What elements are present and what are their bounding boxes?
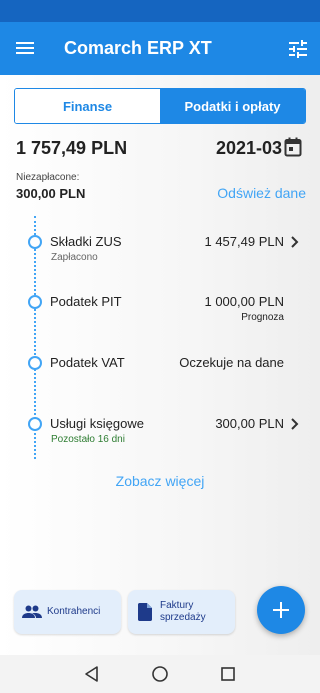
timeline-dot bbox=[28, 235, 42, 249]
item-name: Podatek PIT bbox=[50, 294, 122, 309]
item-name: Podatek VAT bbox=[50, 355, 125, 370]
item-amount: Oczekuje na dane bbox=[179, 355, 284, 370]
item-name: Składki ZUS bbox=[50, 234, 122, 249]
list-item-uslugi-ksiegowe[interactable]: Usługi księgowe Pozostało 16 dni 300,00 … bbox=[0, 416, 320, 456]
item-note: Prognoza bbox=[241, 312, 284, 323]
menu-icon[interactable] bbox=[13, 39, 37, 59]
list-item-podatek-vat: Podatek VAT Oczekuje na dane bbox=[0, 355, 320, 395]
invoices-label-line1: Faktury bbox=[160, 600, 194, 611]
item-status: Pozostało 16 dni bbox=[51, 434, 125, 445]
sales-invoices-button[interactable]: Faktury sprzedaży bbox=[128, 590, 235, 634]
total-amount: 1 757,49 PLN bbox=[16, 138, 128, 158]
timeline-dot bbox=[28, 356, 42, 370]
contractors-label: Kontrahenci bbox=[47, 606, 101, 617]
see-more-link[interactable]: Zobacz więcej bbox=[0, 473, 320, 489]
document-icon bbox=[138, 603, 152, 621]
tab-bar: Finanse Podatki i opłaty bbox=[14, 88, 306, 124]
status-bar bbox=[0, 0, 320, 22]
item-amount: 1 000,00 PLN bbox=[204, 294, 284, 309]
chevron-right-icon bbox=[290, 235, 300, 249]
contractors-button[interactable]: Kontrahenci bbox=[14, 590, 121, 634]
app-title: Comarch ERP XT bbox=[64, 38, 212, 58]
unpaid-value: 300,00 PLN bbox=[16, 186, 86, 201]
system-nav-bar bbox=[0, 655, 320, 693]
add-button[interactable] bbox=[257, 586, 305, 634]
item-amount: 1 457,49 PLN bbox=[204, 234, 284, 249]
recents-icon[interactable] bbox=[219, 665, 237, 683]
tab-finanse[interactable]: Finanse bbox=[15, 89, 160, 123]
timeline-dot bbox=[28, 417, 42, 431]
item-amount: 300,00 PLN bbox=[215, 416, 284, 431]
item-status: Zapłacono bbox=[51, 252, 98, 263]
chevron-right-icon bbox=[290, 417, 300, 431]
timeline-dot bbox=[28, 295, 42, 309]
list-item-podatek-pit: Podatek PIT 1 000,00 PLN Prognoza bbox=[0, 294, 320, 334]
invoices-label-line2: sprzedaży bbox=[160, 612, 206, 623]
sales-invoices-label: Faktury sprzedaży bbox=[160, 600, 206, 624]
app-bar: Comarch ERP XT bbox=[0, 22, 320, 75]
unpaid-label: Niezapłacone: bbox=[16, 172, 80, 183]
main-content: Finanse Podatki i opłaty 1 757,49 PLN 20… bbox=[0, 75, 320, 655]
tune-icon[interactable] bbox=[286, 37, 310, 61]
plus-icon bbox=[273, 602, 289, 618]
back-icon[interactable] bbox=[83, 665, 101, 683]
period-value[interactable]: 2021-03 bbox=[216, 138, 282, 159]
refresh-data-link[interactable]: Odśwież dane bbox=[217, 185, 306, 201]
people-icon bbox=[22, 605, 42, 618]
calendar-icon[interactable] bbox=[284, 137, 302, 157]
tab-podatki-i-oplaty[interactable]: Podatki i opłaty bbox=[160, 89, 305, 123]
home-icon[interactable] bbox=[151, 665, 169, 683]
item-name: Usługi księgowe bbox=[50, 416, 144, 431]
list-item-skladki-zus[interactable]: Składki ZUS Zapłacono 1 457,49 PLN bbox=[0, 234, 320, 274]
